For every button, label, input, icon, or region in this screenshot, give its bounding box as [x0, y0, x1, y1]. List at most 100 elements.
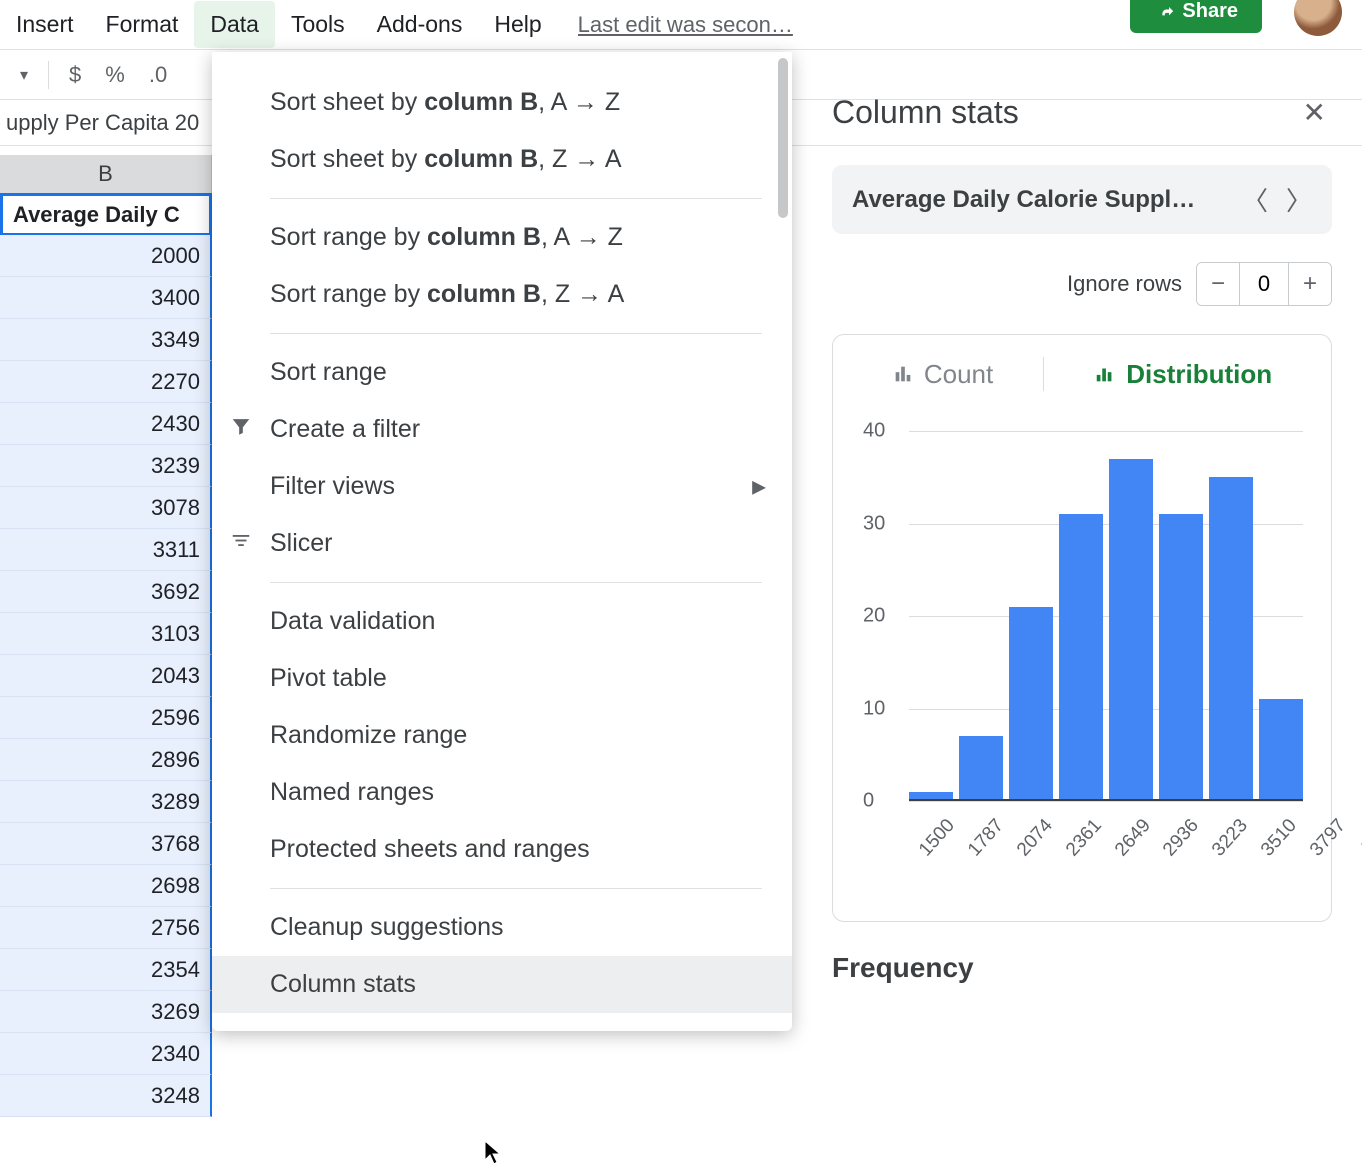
column-chooser-label: Average Daily Calorie Suppl…	[852, 186, 1195, 214]
menu-help[interactable]: Help	[478, 1, 557, 48]
data-menu-dropdown: Sort sheet by column B, A → Z Sort sheet…	[212, 52, 792, 1031]
cell[interactable]: 3692	[0, 571, 212, 613]
column-chooser: Average Daily Calorie Suppl… 〈 〉	[832, 165, 1332, 234]
create-filter[interactable]: Create a filter	[212, 401, 792, 458]
randomize-range[interactable]: Randomize range	[212, 707, 792, 764]
cell[interactable]: 2270	[0, 361, 212, 403]
sort-sheet-za[interactable]: Sort sheet by column B, Z → A	[212, 131, 792, 188]
stepper-minus[interactable]: −	[1197, 263, 1239, 305]
menu-insert[interactable]: Insert	[0, 1, 90, 48]
y-tick: 0	[863, 790, 874, 813]
column-stats-panel: Column stats ✕ Average Daily Calorie Sup…	[812, 70, 1352, 984]
x-tick: 1787	[964, 815, 1009, 861]
cell[interactable]: 2430	[0, 403, 212, 445]
filter-icon	[230, 415, 252, 444]
histogram-bar	[1209, 477, 1253, 801]
x-tick: 3510	[1257, 815, 1302, 861]
sort-range-az[interactable]: Sort range by column B, A → Z	[212, 209, 792, 266]
cell[interactable]: 2043	[0, 655, 212, 697]
share-button[interactable]: Share	[1130, 0, 1262, 33]
sort-range-za[interactable]: Sort range by column B, Z → A	[212, 266, 792, 323]
ignore-rows-stepper: − +	[1196, 262, 1332, 306]
protected-sheets[interactable]: Protected sheets and ranges	[212, 821, 792, 878]
distribution-icon	[1094, 363, 1116, 385]
stepper-plus[interactable]: +	[1289, 263, 1331, 305]
frequency-heading: Frequency	[832, 952, 1332, 984]
cell[interactable]: 2354	[0, 949, 212, 991]
distribution-chart: 0 10 20 30 40 150017872074236126492936322335…	[851, 421, 1313, 891]
column-header-cell[interactable]: Average Daily C	[0, 193, 212, 235]
close-icon[interactable]: ✕	[1297, 90, 1332, 135]
pivot-table[interactable]: Pivot table	[212, 650, 792, 707]
histogram-bar	[1259, 699, 1303, 801]
histogram-bar	[1059, 514, 1103, 801]
cell[interactable]: 3103	[0, 613, 212, 655]
cell[interactable]: 3349	[0, 319, 212, 361]
slicer[interactable]: Slicer	[212, 515, 792, 572]
histogram-bar	[1159, 514, 1203, 801]
menu-format[interactable]: Format	[90, 1, 195, 48]
y-tick: 10	[863, 697, 885, 720]
x-tick: 4000	[1355, 815, 1362, 861]
next-column-button[interactable]: 〉	[1286, 181, 1312, 218]
menu-tools[interactable]: Tools	[275, 1, 361, 48]
sort-sheet-az[interactable]: Sort sheet by column B, A → Z	[212, 74, 792, 131]
chevron-right-icon: ▶	[752, 476, 766, 497]
panel-title: Column stats	[832, 94, 1019, 131]
cleanup-suggestions[interactable]: Cleanup suggestions	[212, 899, 792, 956]
cell[interactable]: 2756	[0, 907, 212, 949]
cell[interactable]: 3248	[0, 1075, 212, 1117]
cell[interactable]: 2000	[0, 235, 212, 277]
ignore-rows-label: Ignore rows	[1067, 271, 1182, 297]
column-stats[interactable]: Column stats	[212, 956, 792, 1013]
cell[interactable]: 3078	[0, 487, 212, 529]
histogram-bar	[1009, 607, 1053, 801]
x-tick: 3223	[1208, 815, 1253, 861]
bar-chart-icon	[892, 363, 914, 385]
tab-distribution[interactable]: Distribution	[1094, 359, 1272, 390]
sort-range[interactable]: Sort range	[212, 344, 792, 401]
tab-count[interactable]: Count	[892, 359, 993, 390]
filter-views[interactable]: Filter views ▶	[212, 458, 792, 515]
x-tick: 2936	[1159, 815, 1204, 861]
cell[interactable]: 3239	[0, 445, 212, 487]
cell[interactable]: 3768	[0, 823, 212, 865]
x-tick: 3797	[1306, 815, 1351, 861]
cell[interactable]: 2340	[0, 1033, 212, 1075]
x-tick: 2649	[1111, 815, 1156, 861]
cell[interactable]: 2596	[0, 697, 212, 739]
y-tick: 20	[863, 605, 885, 628]
cell[interactable]: 2896	[0, 739, 212, 781]
histogram-bar	[1109, 459, 1153, 801]
prev-column-button[interactable]: 〈	[1242, 181, 1268, 218]
column-letter-header[interactable]: B	[0, 155, 212, 193]
menu-bar: Insert Format Data Tools Add-ons Help La…	[0, 0, 1362, 50]
histogram-bar	[959, 736, 1003, 801]
cell[interactable]: 3311	[0, 529, 212, 571]
menu-data[interactable]: Data	[194, 1, 275, 48]
format-decimal-button[interactable]: .0	[137, 54, 179, 96]
y-tick: 30	[863, 512, 885, 535]
cell[interactable]: 3269	[0, 991, 212, 1033]
slicer-icon	[230, 529, 252, 558]
y-tick: 40	[863, 420, 885, 443]
spreadsheet-column: B Average Daily C 2000340033492270243032…	[0, 155, 212, 1117]
x-tick: 2074	[1013, 815, 1058, 861]
toolbar-more-dropdown[interactable]: ▾	[8, 57, 40, 93]
chart-card: Count Distribution 0 10 20 30 40 15001787207…	[832, 334, 1332, 922]
last-edit-link[interactable]: Last edit was secon…	[578, 12, 793, 38]
avatar[interactable]	[1294, 0, 1342, 36]
ignore-rows-input[interactable]	[1239, 263, 1289, 305]
menu-addons[interactable]: Add-ons	[361, 1, 479, 48]
cell[interactable]: 2698	[0, 865, 212, 907]
x-tick: 1500	[915, 815, 960, 861]
named-ranges[interactable]: Named ranges	[212, 764, 792, 821]
x-tick: 2361	[1062, 815, 1107, 861]
cell[interactable]: 3400	[0, 277, 212, 319]
cell[interactable]: 3289	[0, 781, 212, 823]
data-validation[interactable]: Data validation	[212, 593, 792, 650]
format-currency-button[interactable]: $	[57, 54, 93, 96]
format-percent-button[interactable]: %	[93, 54, 137, 96]
mouse-cursor	[484, 1140, 504, 1173]
share-label: Share	[1182, 0, 1238, 23]
